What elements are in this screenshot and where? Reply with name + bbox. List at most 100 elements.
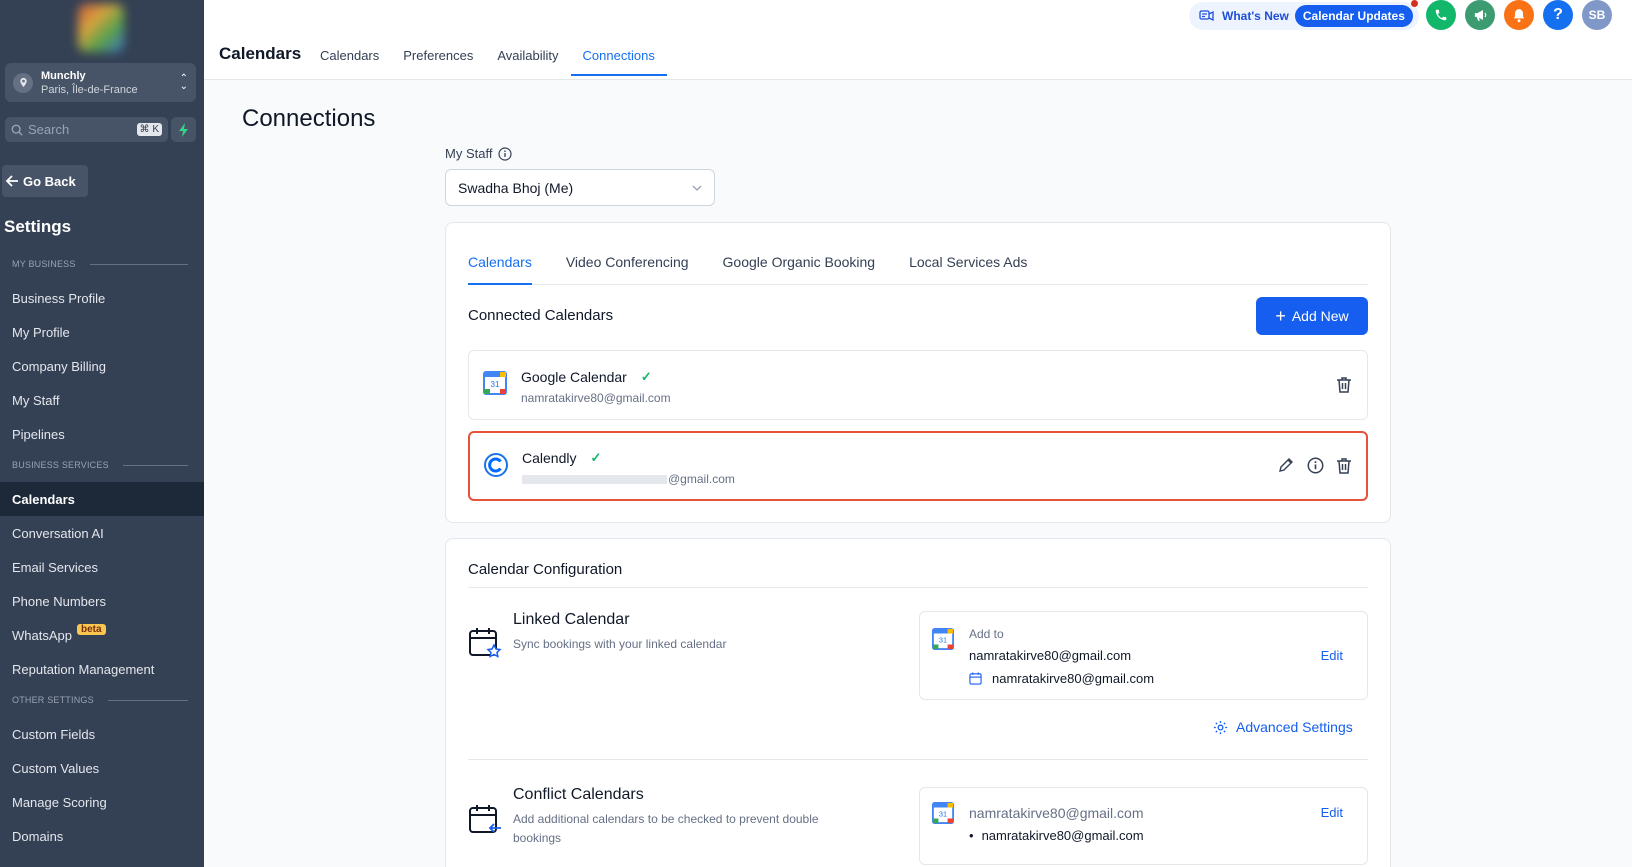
linked-calendar-subtitle: Sync bookings with your linked calendar	[513, 637, 727, 651]
search-shortcut: ⌘ K	[136, 123, 162, 136]
chevron-down-icon	[692, 185, 702, 191]
inner-tab-local-services-ads[interactable]: Local Services Ads	[909, 241, 1027, 285]
nav-item-conversation-ai[interactable]: Conversation AI	[0, 516, 204, 550]
calendar-configuration-card: Calendar Configuration Linked Calendar S…	[445, 538, 1391, 867]
nav-item-manage-scoring[interactable]: Manage Scoring	[0, 785, 204, 819]
divider	[468, 587, 1368, 588]
calendar-configuration-title: Calendar Configuration	[468, 561, 623, 578]
nav-item-company-billing[interactable]: Company Billing	[0, 349, 204, 383]
edit-button[interactable]	[1277, 456, 1295, 474]
help-button[interactable]: ?	[1543, 0, 1573, 30]
nav-item-custom-fields[interactable]: Custom Fields	[0, 717, 204, 751]
top-bar: Calendars Calendars Preferences Availabi…	[204, 0, 1632, 80]
sidebar: Munchly Paris, Île-de-France ⌃ ⌄ Search ⌘…	[0, 0, 204, 867]
location-switcher[interactable]: Munchly Paris, Île-de-France ⌃ ⌄	[5, 63, 196, 102]
avatar[interactable]: SB	[1582, 0, 1612, 30]
nav-item-whatsapp[interactable]: WhatsApp beta	[0, 618, 204, 652]
search-placeholder: Search	[28, 122, 70, 137]
bullet: •	[969, 828, 974, 843]
nav-item-business-profile[interactable]: Business Profile	[0, 281, 204, 315]
connections-card: Calendars Video Conferencing Google Orga…	[445, 222, 1391, 523]
gear-icon	[1213, 720, 1228, 734]
connection-row-calendly: Calendly ✓ @gmail.com	[468, 431, 1368, 501]
nav-item-custom-values[interactable]: Custom Values	[0, 751, 204, 785]
megaphone-button[interactable]	[1465, 0, 1495, 30]
delete-button[interactable]	[1335, 456, 1353, 474]
nav-section-label: BUSINESS SERVICES	[12, 460, 109, 470]
linked-calendar-box: 31 Add to namratakirve80@gmail.com namra…	[919, 611, 1368, 700]
notifications-button[interactable]	[1504, 0, 1534, 30]
nav-item-reputation-management[interactable]: Reputation Management	[0, 652, 204, 686]
nav-item-my-profile[interactable]: My Profile	[0, 315, 204, 349]
nav-item-calendars[interactable]: Calendars	[0, 482, 204, 516]
connection-row-google: 31 Google Calendar ✓ namratakirve80@gmai…	[468, 350, 1368, 420]
pencil-icon	[1279, 458, 1293, 472]
connection-name: Calendly ✓	[522, 450, 601, 466]
info-icon[interactable]	[498, 146, 513, 161]
page-title: Connections	[242, 105, 376, 132]
conflict-calendars-title: Conflict Calendars	[513, 786, 644, 803]
go-back-button[interactable]: Go Back	[2, 165, 88, 197]
connected-calendars-title: Connected Calendars	[468, 307, 614, 324]
search-input[interactable]: Search ⌘ K	[5, 117, 168, 142]
add-new-label: Add New	[1291, 308, 1349, 324]
inner-tab-google-organic-booking[interactable]: Google Organic Booking	[723, 241, 876, 285]
announcement-icon	[1199, 10, 1214, 22]
quick-action-button[interactable]	[171, 117, 196, 142]
tab-availability[interactable]: Availability	[485, 36, 570, 76]
lightning-icon	[178, 122, 188, 137]
advanced-settings-link[interactable]: Advanced Settings	[1213, 719, 1353, 735]
calendar-updates-badge[interactable]: Calendar Updates	[1294, 5, 1413, 27]
info-icon	[1307, 457, 1323, 473]
phone-icon	[1435, 9, 1447, 21]
nav-item-phone-numbers[interactable]: Phone Numbers	[0, 584, 204, 618]
nav-item-domains[interactable]: Domains	[0, 819, 204, 853]
trash-icon	[1337, 376, 1351, 393]
tab-preferences[interactable]: Preferences	[391, 36, 485, 76]
linked-calendar-edit-link[interactable]: Edit	[1321, 648, 1343, 663]
linked-account-email: namratakirve80@gmail.com	[969, 648, 1132, 663]
google-calendar-icon: 31	[932, 802, 954, 824]
help-icon: ?	[1553, 6, 1563, 23]
conflict-calendar-icon	[469, 805, 501, 833]
nav-section-my-business: MY BUSINESS Business Profile My Profile …	[0, 254, 204, 451]
nav-item-my-staff[interactable]: My Staff	[0, 383, 204, 417]
whats-new-pill[interactable]: What's New Calendar Updates	[1189, 2, 1419, 30]
svg-text:31: 31	[939, 810, 947, 819]
staff-label: My Staff	[445, 146, 513, 161]
connection-email-domain: @gmail.com	[668, 472, 735, 486]
add-new-button[interactable]: + Add New	[1256, 297, 1368, 335]
phone-button[interactable]	[1426, 0, 1456, 30]
linked-calendar-title: Linked Calendar	[513, 611, 630, 628]
app-title: Calendars	[219, 44, 302, 63]
google-calendar-icon: 31	[483, 371, 507, 395]
conflict-calendar-edit-link[interactable]: Edit	[1321, 805, 1343, 820]
inner-tab-video-conferencing[interactable]: Video Conferencing	[566, 241, 689, 285]
location-pin-icon	[13, 72, 33, 93]
tab-calendars[interactable]: Calendars	[308, 36, 391, 76]
search-icon	[11, 124, 23, 136]
calendar-icon	[969, 672, 982, 685]
staff-select-value: Swadha Bhoj (Me)	[458, 179, 574, 196]
nav-section-label: OTHER SETTINGS	[12, 695, 94, 705]
advanced-settings-label: Advanced Settings	[1236, 719, 1353, 735]
nav-section-label: MY BUSINESS	[12, 259, 76, 269]
linked-calendar-name: namratakirve80@gmail.com	[992, 671, 1155, 686]
info-button[interactable]	[1306, 456, 1324, 474]
nav-item-pipelines[interactable]: Pipelines	[0, 417, 204, 451]
staff-select[interactable]: Swadha Bhoj (Me)	[445, 169, 715, 206]
conflict-account-email: namratakirve80@gmail.com	[969, 805, 1144, 821]
svg-text:31: 31	[939, 636, 947, 645]
tab-connections[interactable]: Connections	[570, 36, 667, 76]
google-calendar-icon: 31	[932, 628, 954, 650]
conflict-calendar-box: 31 namratakirve80@gmail.com • namratakirv…	[919, 787, 1368, 865]
check-icon: ✓	[590, 450, 602, 465]
chevron-updown-icon: ⌃ ⌄	[179, 72, 188, 92]
inner-tab-calendars[interactable]: Calendars	[468, 241, 532, 285]
nav-item-whatsapp-label: WhatsApp	[12, 627, 72, 643]
delete-button[interactable]	[1335, 375, 1353, 393]
connection-name-text: Google Calendar	[521, 369, 627, 385]
calendly-icon	[484, 453, 508, 477]
nav-item-email-services[interactable]: Email Services	[0, 550, 204, 584]
plus-icon: +	[1275, 306, 1286, 326]
